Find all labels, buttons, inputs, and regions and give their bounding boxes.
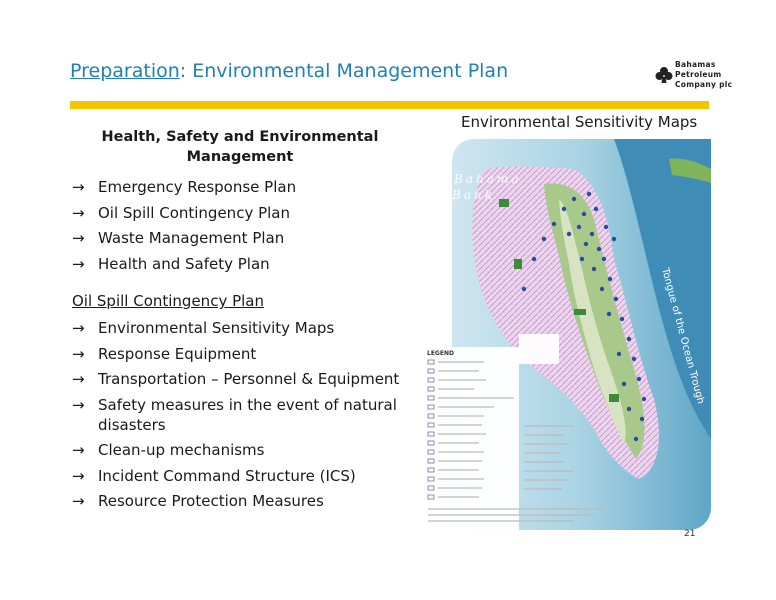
arrow-icon: →	[72, 254, 85, 273]
list-item: → Environmental Sensitivity Maps	[72, 319, 335, 337]
list-item: → Clean-up mechanisms	[72, 441, 265, 459]
map-label-bahama: Bahama	[453, 172, 521, 186]
logo-line-1: Bahamas	[675, 60, 716, 69]
arrow-icon: →	[72, 178, 85, 196]
oil-spill-list: → Environmental Sensitivity Maps → Respons…	[72, 318, 402, 517]
logo-line-2: Petroleum	[675, 70, 722, 79]
arrow-icon: →	[72, 203, 85, 222]
list-item: → Waste Management Plan	[72, 229, 285, 247]
arrow-icon: →	[72, 395, 85, 414]
list-item: → Response Equipment	[72, 344, 257, 363]
arrow-icon: →	[72, 370, 85, 388]
environmental-sensitivity-map: LEGEND Bahama Bank Tongue of the Ocean T…	[424, 139, 711, 530]
arrow-icon: →	[72, 466, 85, 485]
title-link[interactable]: Preparation	[70, 60, 180, 82]
club-logo-icon	[655, 67, 673, 83]
arrow-icon: →	[72, 229, 85, 247]
arrow-icon: →	[72, 492, 85, 510]
logo-line-3: Company plc	[675, 80, 733, 89]
list-item: → Incident Command Structure (ICS)	[72, 466, 356, 485]
arrow-icon: →	[72, 344, 85, 363]
title-text: : Environmental Management Plan	[179, 60, 509, 82]
hse-list: → Emergency Response Plan → Oil Spill Cont…	[72, 177, 402, 279]
page-title: Preparation: Environmental Management Pl…	[70, 60, 508, 82]
list-item: → Safety measures in the event of natural…	[72, 395, 397, 434]
list-item: → Oil Spill Contingency Plan	[72, 203, 290, 222]
list-item: → Emergency Response Plan	[72, 178, 297, 196]
map-title: Environmental Sensitivity Maps	[461, 113, 698, 131]
map-label-bank: Bank	[451, 188, 495, 202]
arrow-icon: →	[72, 441, 85, 459]
company-logo: Bahamas Petroleum Company plc	[655, 60, 735, 96]
list-item: → Transportation – Personnel & Equipment	[72, 370, 400, 388]
oil-spill-heading: Oil Spill Contingency Plan	[72, 292, 264, 310]
list-item: → Resource Protection Measures	[72, 492, 324, 510]
hse-heading: Health, Safety and Environmental Managem…	[101, 129, 379, 165]
list-item: → Health and Safety Plan	[72, 254, 270, 273]
legend-title: LEGEND	[427, 350, 454, 357]
arrow-icon: →	[72, 319, 85, 337]
page-number: 21	[684, 529, 696, 539]
map-image: LEGEND Bahama Bank Tongue of the Ocean T…	[424, 139, 711, 530]
title-underline-rule	[70, 101, 709, 109]
